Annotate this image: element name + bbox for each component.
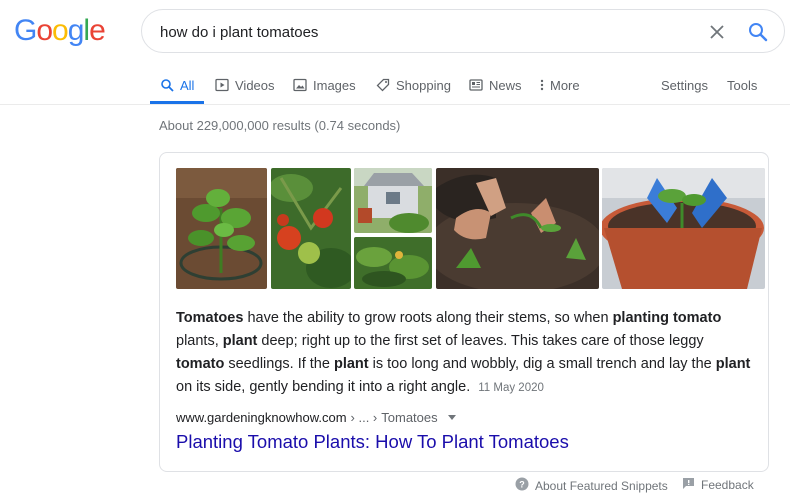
result-url[interactable]: www.gardeningknowhow.com › ... › Tomatoe… bbox=[176, 410, 456, 425]
feedback-icon bbox=[682, 477, 695, 493]
tab-label: Shopping bbox=[396, 77, 451, 93]
featured-snippet: Tomatoes have the ability to grow roots … bbox=[159, 152, 769, 472]
tab-videos[interactable]: Videos bbox=[215, 75, 275, 95]
snippet-bold: planting tomato bbox=[612, 310, 722, 326]
logo-letter: G bbox=[14, 14, 37, 47]
url-domain: www.gardeningknowhow.com bbox=[176, 410, 347, 425]
tab-label: More bbox=[550, 77, 580, 93]
tab-all[interactable]: All bbox=[160, 75, 194, 95]
snippet-date: 11 May 2020 bbox=[478, 382, 544, 394]
about-featured-snippets[interactable]: ? About Featured Snippets bbox=[515, 477, 668, 494]
image-icon bbox=[293, 78, 307, 92]
snippet-image[interactable] bbox=[271, 168, 351, 289]
snippet-span: on its side, gently bending it into a ri… bbox=[176, 379, 475, 395]
logo-letter: g bbox=[67, 14, 85, 47]
logo-letter: e bbox=[89, 14, 106, 47]
tab-more[interactable]: More bbox=[540, 75, 580, 95]
tag-icon bbox=[376, 78, 390, 92]
snippet-image[interactable] bbox=[436, 168, 599, 289]
tab-news[interactable]: News bbox=[469, 75, 522, 95]
snippet-bold: plant bbox=[333, 356, 369, 372]
tab-tools[interactable]: Tools bbox=[727, 75, 757, 95]
more-vert-icon bbox=[540, 78, 544, 92]
snippet-span: plants, bbox=[176, 333, 223, 349]
chevron-down-icon[interactable] bbox=[447, 415, 456, 420]
url-separator: › ... › bbox=[350, 410, 378, 425]
about-snippets-label: About Featured Snippets bbox=[535, 478, 668, 493]
video-icon bbox=[215, 78, 229, 92]
snippet-image[interactable] bbox=[354, 237, 432, 289]
url-breadcrumb: Tomatoes bbox=[381, 410, 438, 425]
logo-letter: o bbox=[36, 14, 53, 47]
tab-label: Tools bbox=[727, 77, 758, 93]
tab-settings[interactable]: Settings bbox=[661, 75, 708, 95]
result-stats: About 229,000,000 results (0.74 seconds) bbox=[159, 118, 401, 133]
search-box[interactable] bbox=[141, 9, 785, 53]
help-icon: ? bbox=[515, 477, 529, 494]
snippet-image[interactable] bbox=[176, 168, 267, 289]
snippet-bold: tomato bbox=[176, 356, 225, 372]
tab-label: Videos bbox=[235, 77, 275, 93]
search-input[interactable] bbox=[160, 22, 680, 42]
result-title-link[interactable]: Planting Tomato Plants: How To Plant Tom… bbox=[176, 431, 569, 453]
snippet-span: seedlings. If the bbox=[224, 356, 334, 372]
feedback-link[interactable]: Feedback bbox=[682, 477, 754, 493]
snippet-image[interactable] bbox=[602, 168, 765, 289]
svg-text:?: ? bbox=[519, 480, 525, 490]
snippet-bold: plant bbox=[715, 356, 751, 372]
snippet-span: have the ability to grow roots along the… bbox=[243, 310, 613, 326]
snippet-text: Tomatoes have the ability to grow roots … bbox=[176, 307, 756, 400]
google-logo[interactable]: Google bbox=[14, 14, 106, 48]
feedback-label: Feedback bbox=[701, 478, 754, 492]
snippet-bold: plant bbox=[222, 333, 258, 349]
search-icon bbox=[160, 78, 174, 92]
tab-images[interactable]: Images bbox=[293, 75, 356, 95]
logo-letter: o bbox=[52, 14, 69, 47]
snippet-image[interactable] bbox=[354, 168, 432, 233]
news-icon bbox=[469, 78, 483, 92]
active-tab-indicator bbox=[150, 101, 204, 104]
tab-label: All bbox=[180, 77, 195, 93]
snippet-span: is too long and wobbly, dig a small tren… bbox=[368, 356, 716, 372]
snippet-span: deep; right up to the first set of leave… bbox=[257, 333, 704, 349]
tab-label: Images bbox=[313, 77, 356, 93]
snippet-bold: Tomatoes bbox=[176, 310, 244, 326]
tab-shopping[interactable]: Shopping bbox=[376, 75, 451, 95]
search-icon[interactable] bbox=[747, 21, 769, 43]
tab-label: News bbox=[489, 77, 522, 93]
search-tabs: All Videos Images Shopping News More Set… bbox=[0, 70, 790, 105]
close-icon[interactable] bbox=[707, 22, 727, 42]
tab-label: Settings bbox=[661, 77, 708, 93]
